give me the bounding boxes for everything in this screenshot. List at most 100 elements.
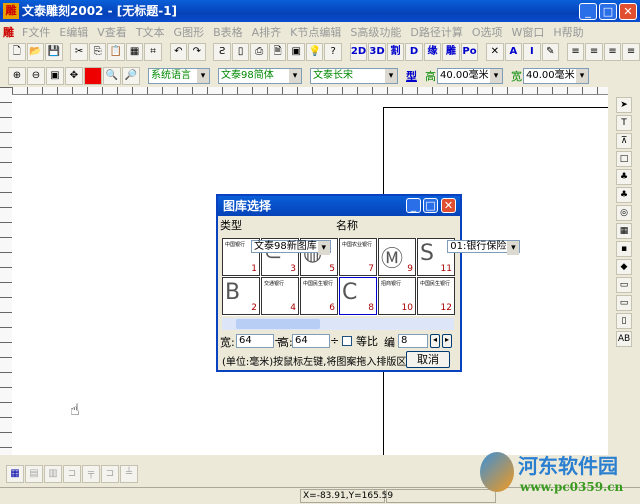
justify-icon[interactable]: ≡ bbox=[622, 43, 640, 61]
rect-tool-icon[interactable]: □ bbox=[616, 151, 632, 167]
width-select[interactable]: 40.00毫米 bbox=[523, 68, 589, 84]
height-input[interactable]: 64 bbox=[292, 334, 330, 348]
2d-icon[interactable]: 2D bbox=[349, 43, 368, 61]
merge-icon[interactable]: ⊐ bbox=[63, 465, 81, 483]
maximize-button[interactable]: □ bbox=[599, 3, 617, 20]
color-red-icon[interactable] bbox=[84, 67, 102, 85]
font2-select[interactable]: 文泰长宋 bbox=[310, 68, 398, 84]
menu-item[interactable]: V查看 bbox=[97, 24, 127, 40]
zoom-out-icon[interactable]: ⊖ bbox=[27, 67, 45, 85]
shape-tool-icon[interactable]: ◎ bbox=[616, 205, 632, 221]
close-button[interactable]: ✕ bbox=[619, 3, 637, 20]
gallery-cell[interactable]: Ⓜ 9 bbox=[378, 238, 416, 276]
menu-item[interactable]: K节点编辑 bbox=[290, 24, 341, 40]
table-tool-icon[interactable]: ▦ bbox=[616, 223, 632, 239]
menu-item[interactable]: T文本 bbox=[136, 24, 165, 40]
3d-icon[interactable]: 3D bbox=[368, 43, 386, 61]
paste-icon[interactable]: 📋 bbox=[107, 43, 125, 61]
scrollbar-thumb[interactable] bbox=[236, 319, 320, 329]
preview-icon[interactable]: 🗎 bbox=[268, 43, 287, 61]
scan-icon[interactable]: Ƨ bbox=[213, 43, 231, 61]
edit-icon[interactable]: ✎ bbox=[541, 43, 560, 61]
bulb-icon[interactable]: 💡 bbox=[305, 43, 324, 61]
index-input[interactable]: 8 bbox=[398, 334, 428, 348]
next-button[interactable]: ▸ bbox=[442, 334, 452, 348]
delete-icon[interactable]: ╧ bbox=[120, 465, 138, 483]
split-icon[interactable]: ╤ bbox=[82, 465, 100, 483]
menu-item[interactable]: H帮助 bbox=[553, 24, 583, 40]
cancel-button[interactable]: 取消 bbox=[406, 351, 450, 368]
copy-tool-icon[interactable]: ▭ bbox=[616, 295, 632, 311]
gallery-cell[interactable]: C8 bbox=[339, 277, 377, 315]
ab-tool-icon[interactable]: AB bbox=[616, 331, 632, 347]
gallery-cell[interactable]: 中国民生银行 12 bbox=[417, 277, 455, 315]
menu-item[interactable]: A排齐 bbox=[252, 24, 282, 40]
po-icon[interactable]: Po bbox=[460, 43, 479, 61]
zoom-page-icon[interactable]: 🔍 bbox=[103, 67, 121, 85]
insert-icon[interactable]: ⊐ bbox=[101, 465, 119, 483]
cut-icon[interactable]: ✂ bbox=[70, 43, 88, 61]
menu-item[interactable]: S高级功能 bbox=[350, 24, 401, 40]
雕-icon[interactable]: 雕 bbox=[442, 43, 460, 61]
center-icon[interactable]: ≡ bbox=[585, 43, 603, 61]
d-icon[interactable]: D bbox=[405, 43, 423, 61]
help-icon[interactable]: ? bbox=[324, 43, 342, 61]
pin-icon[interactable]: ✕ bbox=[486, 43, 504, 61]
fill-tool-icon[interactable]: ◆ bbox=[616, 259, 632, 275]
frame-icon[interactable]: ▣ bbox=[287, 43, 305, 61]
height-select[interactable]: 40.00毫米 bbox=[437, 68, 503, 84]
menu-item[interactable]: B表格 bbox=[213, 24, 243, 40]
table-col-icon[interactable]: ▥ bbox=[44, 465, 62, 483]
ratio-checkbox[interactable] bbox=[342, 336, 352, 346]
language-select[interactable]: 系统语言 bbox=[148, 68, 210, 84]
height-spinner[interactable]: ÷ bbox=[330, 334, 339, 347]
menu-item[interactable]: F文件 bbox=[22, 24, 50, 40]
dialog-close-button[interactable]: ✕ bbox=[441, 198, 456, 213]
type-select[interactable]: 文泰98新图库 bbox=[251, 240, 331, 253]
redo-icon[interactable]: ↷ bbox=[188, 43, 206, 61]
trace-icon[interactable]: ⌗ bbox=[144, 43, 162, 61]
prev-button[interactable]: ◂ bbox=[430, 334, 440, 348]
text-tool-icon[interactable]: T bbox=[616, 115, 632, 131]
a-icon[interactable]: A bbox=[504, 43, 523, 61]
cherry2-tool-icon[interactable]: ♣ bbox=[616, 187, 632, 203]
grid-icon[interactable]: ▦ bbox=[125, 43, 144, 61]
save-icon[interactable]: 💾 bbox=[45, 43, 63, 61]
i-icon[interactable]: I bbox=[523, 43, 541, 61]
left-icon[interactable]: ≡ bbox=[566, 43, 585, 61]
undo-icon[interactable]: ↶ bbox=[169, 43, 188, 61]
move-icon[interactable]: ✥ bbox=[65, 67, 83, 85]
gallery-cell[interactable]: 交通银行 4 bbox=[261, 277, 299, 315]
right-icon[interactable]: ≡ bbox=[603, 43, 622, 61]
gallery-cell[interactable]: B2 bbox=[222, 277, 260, 315]
table-row-icon[interactable]: ▤ bbox=[25, 465, 43, 483]
name-select[interactable]: 01:银行保险 bbox=[447, 240, 521, 253]
割-icon[interactable]: 割 bbox=[386, 43, 405, 61]
gallery-cell[interactable]: 招商银行 10 bbox=[378, 277, 416, 315]
缘-icon[interactable]: 缘 bbox=[423, 43, 442, 61]
menu-item[interactable]: G图形 bbox=[174, 24, 205, 40]
card-icon[interactable]: ▯ bbox=[231, 43, 250, 61]
gallery-cell[interactable]: 中国农业银行 7 bbox=[339, 238, 377, 276]
new-icon[interactable]: 🗋 bbox=[8, 43, 26, 61]
width-input[interactable]: 64 bbox=[236, 334, 274, 348]
open-icon[interactable]: 📂 bbox=[26, 43, 44, 61]
zoom-box-icon[interactable]: ▣ bbox=[46, 67, 64, 85]
font1-select[interactable]: 文泰98简体 bbox=[218, 68, 302, 84]
dialog-maximize-button[interactable]: □ bbox=[423, 198, 438, 213]
table-icon[interactable]: ▦ bbox=[6, 465, 24, 483]
print-icon[interactable]: ⎙ bbox=[250, 43, 268, 61]
minimize-button[interactable]: _ bbox=[579, 3, 597, 20]
node-tool-icon[interactable]: ⊼ bbox=[616, 133, 632, 149]
menu-item[interactable]: E编辑 bbox=[59, 24, 88, 40]
layers-tool-icon[interactable]: ▭ bbox=[616, 277, 632, 293]
palette-tool-icon[interactable]: ▪ bbox=[616, 241, 632, 257]
zoom-in-icon[interactable]: ⊕ bbox=[8, 67, 26, 85]
style-button[interactable]: 型 bbox=[406, 68, 417, 84]
copy-icon[interactable]: ⎘ bbox=[88, 43, 107, 61]
gallery-cell[interactable]: 中国民生银行 6 bbox=[300, 277, 338, 315]
menu-item[interactable]: O选项 bbox=[472, 24, 503, 40]
dialog-minimize-button[interactable]: _ bbox=[406, 198, 421, 213]
cherry-tool-icon[interactable]: ♣ bbox=[616, 169, 632, 185]
menu-item[interactable]: W窗口 bbox=[512, 24, 545, 40]
